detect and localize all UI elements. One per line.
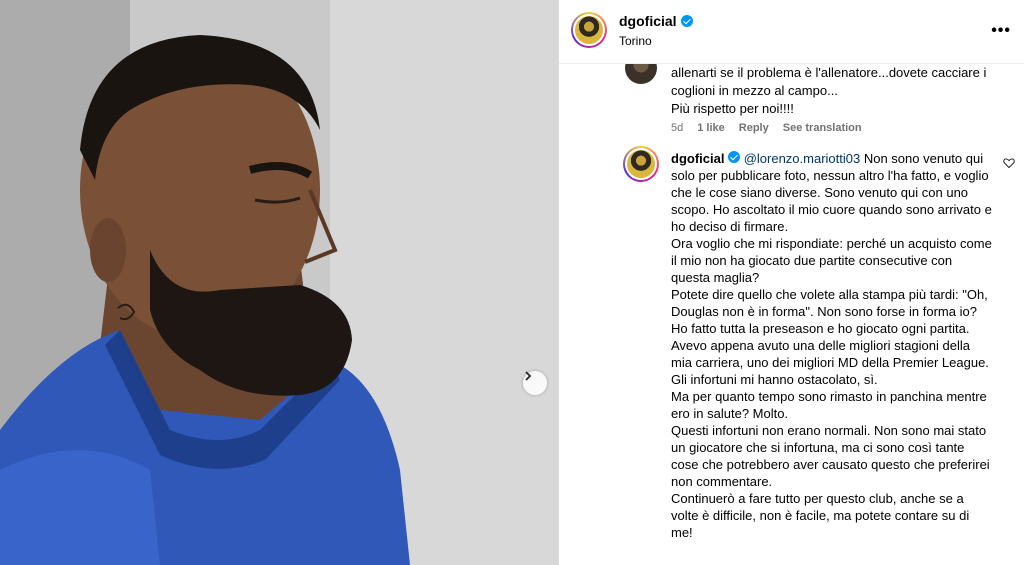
heart-icon [1003,158,1015,169]
reply-author-avatar[interactable] [623,146,659,182]
post-location[interactable]: Torino [619,34,652,48]
author-username[interactable]: dgoficial [619,13,693,29]
post-header: dgoficial Torino ••• [559,0,1024,64]
author-avatar[interactable] [571,12,607,48]
next-image-button[interactable] [523,371,547,395]
reply-comment: dgoficial @lorenzo.mariotti03 Non sono v… [671,150,993,541]
like-comment-button[interactable] [1003,156,1015,174]
verified-badge-icon [728,151,741,163]
more-options-button[interactable]: ••• [991,22,1011,40]
comment-text: allenarti se il problema è l'allenatore.… [671,65,987,116]
reply-author-username[interactable]: dgoficial [671,151,724,166]
see-translation-button[interactable]: See translation [783,122,862,134]
comment-meta: 5d 1 like Reply See translation [671,122,862,134]
verified-badge-icon [680,15,693,27]
mention-link[interactable]: @lorenzo.mariotti03 [744,151,861,166]
commenter-avatar[interactable] [625,64,657,84]
post-photo [0,0,558,565]
post-sidebar: dgoficial Torino ••• allenarti se il pro… [558,0,1024,565]
comment-likes[interactable]: 1 like [697,122,725,134]
comment-time[interactable]: 5d [671,122,683,134]
player-photo-illustration [0,0,558,565]
comments-list: allenarti se il problema è l'allenatore.… [559,64,1024,565]
chevron-right-icon [525,371,532,381]
reply-button[interactable]: Reply [739,122,769,134]
reply-text: Non sono venuto qui solo per pubblicare … [671,151,992,540]
